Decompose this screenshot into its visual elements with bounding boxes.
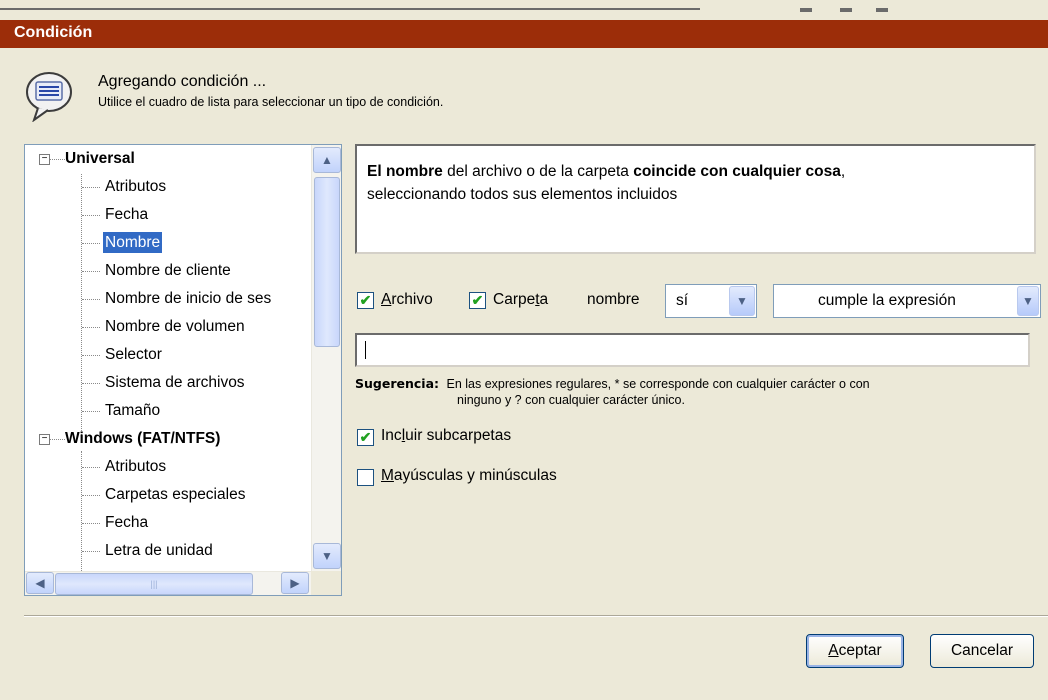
mayusculas-checkbox[interactable]: [357, 469, 374, 486]
scroll-right-icon[interactable]: ▶: [281, 572, 309, 594]
tree-item-selector[interactable]: Selector: [105, 341, 162, 369]
incluir-subcarpetas-label[interactable]: Incluir subcarpetas: [381, 427, 511, 445]
tree-connector: [49, 159, 65, 160]
tree-group-windows[interactable]: Windows (FAT/NTFS): [65, 425, 220, 453]
top-tick: [840, 8, 852, 12]
tree-item-nombre-cliente[interactable]: Nombre de cliente: [105, 257, 231, 285]
tree-connector: [82, 187, 100, 188]
tree-connector: [82, 523, 100, 524]
condition-type-tree[interactable]: − Universal Atributos Fecha Nombre Nombr…: [24, 144, 342, 596]
tree-item-nombre-volumen[interactable]: Nombre de volumen: [105, 313, 245, 341]
tree-item-fecha[interactable]: Fecha: [105, 201, 148, 229]
tree-connector: [82, 467, 100, 468]
collapse-windows-icon[interactable]: −: [39, 434, 50, 445]
archivo-checkbox[interactable]: ✔: [357, 292, 374, 309]
scroll-down-icon[interactable]: ▼: [313, 543, 341, 569]
hint-label: Sugerencia:: [355, 376, 439, 391]
tree-connector: [81, 451, 82, 571]
desc-bold-match: coincide con cualquier cosa: [633, 163, 841, 180]
header-title: Agregando condición ...: [98, 73, 267, 90]
tree-connector: [82, 411, 100, 412]
tree-item-nombre[interactable]: Nombre: [103, 229, 163, 257]
tree-connector: [82, 495, 100, 496]
chevron-down-icon[interactable]: ▼: [1017, 286, 1039, 316]
footer-separator: [24, 615, 1048, 617]
desc-text: del archivo o de la carpeta: [442, 163, 634, 180]
tree-item-atributos[interactable]: Atributos: [105, 173, 166, 201]
tree-connector: [82, 215, 100, 216]
nombre-label: nombre: [587, 291, 640, 308]
tree-connector: [82, 243, 100, 244]
expression-combo-value: cumple la expresión: [818, 292, 956, 309]
condition-description: El nombre del archivo o de la carpeta co…: [355, 144, 1036, 254]
tree-vertical-scrollbar[interactable]: ▲ ▼: [311, 145, 341, 571]
tree-connector: [82, 327, 100, 328]
scroll-thumb-vertical[interactable]: [314, 177, 340, 347]
si-combo-value: sí: [676, 292, 689, 309]
text-caret: [365, 341, 366, 359]
archivo-label[interactable]: Archivo: [381, 291, 433, 309]
tree-item-win-fecha[interactable]: Fecha: [105, 509, 148, 537]
condition-speech-icon: [26, 72, 72, 122]
incluir-subcarpetas-checkbox[interactable]: ✔: [357, 429, 374, 446]
tree-connector: [82, 551, 100, 552]
tree-connector: [49, 439, 65, 440]
tree-horizontal-scrollbar[interactable]: ◀ ||| ▶: [25, 571, 311, 595]
desc-line2: seleccionando todos sus elementos inclui…: [367, 186, 678, 203]
aceptar-button[interactable]: Aceptar: [806, 634, 904, 668]
tree-content: − Universal Atributos Fecha Nombre Nombr…: [25, 145, 311, 571]
top-strip: [0, 0, 1048, 20]
tree-connector: [82, 271, 100, 272]
hint-text: ninguno y ? con cualquier carácter único…: [457, 393, 685, 407]
header-subtitle: Utilice el cuadro de lista para seleccio…: [98, 95, 444, 109]
scroll-thumb-horizontal[interactable]: |||: [55, 573, 253, 595]
tree-connector: [82, 383, 100, 384]
scroll-corner: [311, 571, 341, 595]
hint-text: En las expresiones regulares, * se corre…: [446, 377, 870, 391]
si-combo[interactable]: sí ▼: [665, 284, 757, 318]
scroll-up-icon[interactable]: ▲: [313, 147, 341, 173]
tree-item-tamano[interactable]: Tamaño: [105, 397, 160, 425]
tree-group-universal[interactable]: Universal: [65, 145, 135, 173]
top-tick: [800, 8, 812, 12]
tree-item-sistema-archivos[interactable]: Sistema de archivos: [105, 369, 245, 397]
carpeta-checkbox[interactable]: ✔: [469, 292, 486, 309]
tree-connector: [82, 299, 100, 300]
expression-combo[interactable]: cumple la expresión ▼: [773, 284, 1041, 318]
hint-block: Sugerencia: En las expresiones regulares…: [355, 376, 1035, 408]
top-tick: [876, 8, 888, 12]
mayusculas-label[interactable]: Mayúsculas y minúsculas: [381, 467, 557, 485]
top-divider: [0, 8, 700, 10]
tree-item-letra-unidad[interactable]: Letra de unidad: [105, 537, 213, 565]
cancelar-button[interactable]: Cancelar: [930, 634, 1034, 668]
scroll-left-icon[interactable]: ◀: [26, 572, 54, 594]
tree-item-win-atributos[interactable]: Atributos: [105, 453, 166, 481]
carpeta-label[interactable]: Carpeta: [493, 291, 548, 309]
expression-input[interactable]: [355, 333, 1030, 367]
tree-item-carpetas-especiales[interactable]: Carpetas especiales: [105, 481, 245, 509]
desc-bold-subject: El nombre: [367, 163, 443, 180]
desc-text: ,: [840, 163, 846, 180]
collapse-universal-icon[interactable]: −: [39, 154, 50, 165]
tree-connector: [82, 355, 100, 356]
chevron-down-icon[interactable]: ▼: [729, 286, 755, 316]
tree-item-nombre-inicio-sesion[interactable]: Nombre de inicio de ses: [105, 285, 271, 313]
dialog-title: Condición: [0, 20, 1048, 48]
